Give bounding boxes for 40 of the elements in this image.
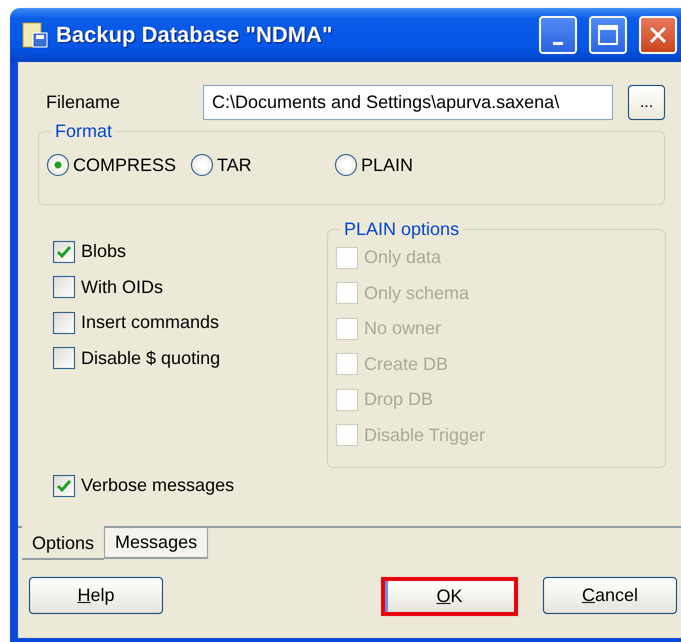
maximize-button[interactable] bbox=[589, 16, 627, 54]
dialog-button[interactable]: Help bbox=[29, 576, 163, 614]
close-button[interactable] bbox=[639, 16, 677, 54]
dialog-button[interactable]: Cancel bbox=[543, 576, 677, 614]
checkbox-label: Blobs bbox=[81, 241, 126, 262]
dialog-button[interactable]: OK bbox=[381, 576, 518, 616]
tab[interactable]: Messages bbox=[104, 528, 208, 558]
minimize-icon bbox=[553, 42, 563, 44]
group-label: PLAIN options bbox=[343, 219, 460, 240]
close-icon bbox=[647, 24, 669, 46]
checkbox[interactable] bbox=[53, 347, 75, 370]
checkbox-label: Drop DB bbox=[364, 389, 434, 410]
radio-label: COMPRESS bbox=[73, 154, 176, 176]
checkbox-label: No owner bbox=[364, 318, 442, 340]
tab[interactable]: Options bbox=[22, 526, 104, 560]
field-label: Filename bbox=[46, 92, 122, 113]
checkbox-label: Disable Trigger bbox=[364, 424, 486, 446]
checkbox-label: Insert commands bbox=[81, 312, 220, 334]
checkbox-label: Disable $ quoting bbox=[81, 348, 220, 369]
radio-label: PLAIN bbox=[361, 154, 414, 176]
maximize-icon bbox=[597, 24, 619, 46]
radio-button[interactable] bbox=[47, 154, 69, 176]
checkbox[interactable] bbox=[53, 276, 75, 298]
radio-button[interactable] bbox=[191, 154, 213, 176]
checkbox-label: Verbose messages bbox=[81, 475, 234, 496]
radio-button[interactable] bbox=[335, 154, 357, 176]
filename-field[interactable]: C:\Documents and Settings\apurva.saxena\ bbox=[203, 85, 613, 120]
checkbox-label: Only data bbox=[364, 247, 442, 268]
checkbox-label: Create DB bbox=[364, 354, 448, 375]
radio-label: TAR bbox=[217, 154, 252, 176]
browse-button[interactable]: ... bbox=[628, 85, 665, 120]
group-label: Format bbox=[54, 121, 114, 142]
database-icon bbox=[22, 21, 48, 49]
window-title: Backup Database "NDMA" bbox=[56, 22, 334, 48]
checkbox[interactable] bbox=[53, 240, 75, 263]
checkbox[interactable] bbox=[53, 474, 75, 497]
minimize-button[interactable] bbox=[539, 16, 577, 54]
checkbox[interactable] bbox=[53, 312, 75, 334]
checkbox-label: With OIDs bbox=[81, 276, 164, 298]
checkbox-label: Only schema bbox=[364, 282, 470, 304]
